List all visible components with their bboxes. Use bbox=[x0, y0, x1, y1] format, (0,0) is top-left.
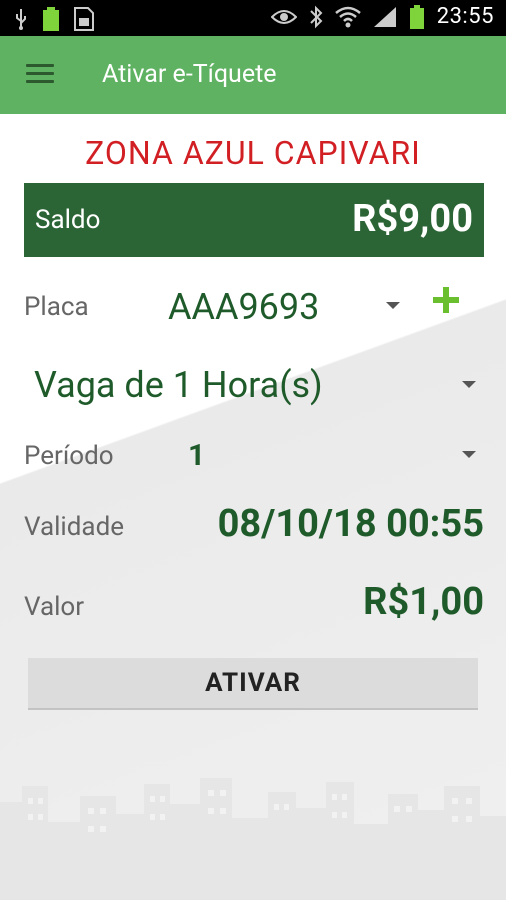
hamburger-menu-icon[interactable] bbox=[26, 64, 54, 86]
wifi-icon bbox=[334, 6, 361, 27]
main-content: ZONA AZUL CAPIVARI Saldo R$9,00 Placa AA… bbox=[0, 114, 506, 900]
eye-icon bbox=[270, 9, 297, 24]
parking-type-selected-value: Vaga de 1 Hora(s) bbox=[34, 364, 323, 406]
chevron-down-icon bbox=[462, 381, 476, 388]
activate-button[interactable]: ATIVAR bbox=[28, 658, 478, 710]
plate-selected-value: AAA9693 bbox=[168, 286, 320, 328]
add-plate-button[interactable] bbox=[430, 284, 462, 316]
city-skyline-illustration bbox=[0, 778, 506, 900]
period-label: Período bbox=[24, 441, 114, 471]
sim-card-icon bbox=[74, 7, 94, 31]
amount-label: Valor bbox=[24, 592, 85, 622]
balance-panel: Saldo R$9,00 bbox=[24, 183, 484, 257]
chevron-down-icon bbox=[462, 451, 476, 458]
parking-type-dropdown[interactable]: Vaga de 1 Hora(s) bbox=[24, 358, 484, 414]
zone-title: ZONA AZUL CAPIVARI bbox=[85, 134, 421, 172]
status-bar: 23:55 bbox=[0, 0, 506, 36]
usb-icon bbox=[16, 9, 26, 30]
period-dropdown[interactable]: 1 bbox=[180, 430, 484, 480]
battery-full-icon bbox=[43, 7, 59, 31]
bluetooth-icon bbox=[309, 5, 323, 28]
balance-value: R$9,00 bbox=[352, 197, 473, 241]
plate-dropdown[interactable]: AAA9693 bbox=[160, 280, 410, 330]
balance-label: Saldo bbox=[35, 205, 101, 235]
chevron-down-icon bbox=[386, 302, 400, 309]
plate-label: Placa bbox=[24, 292, 89, 322]
validity-value: 08/10/18 00:55 bbox=[217, 502, 484, 546]
period-selected-value: 1 bbox=[188, 438, 206, 473]
amount-value: R$1,00 bbox=[363, 580, 484, 624]
signal-icon bbox=[373, 6, 396, 27]
page-title: Ativar e-Tíquete bbox=[102, 60, 277, 89]
app-bar: Ativar e-Tíquete bbox=[0, 36, 506, 114]
battery-icon bbox=[409, 4, 424, 29]
validity-label: Validade bbox=[24, 512, 125, 542]
clock: 23:55 bbox=[436, 4, 494, 29]
